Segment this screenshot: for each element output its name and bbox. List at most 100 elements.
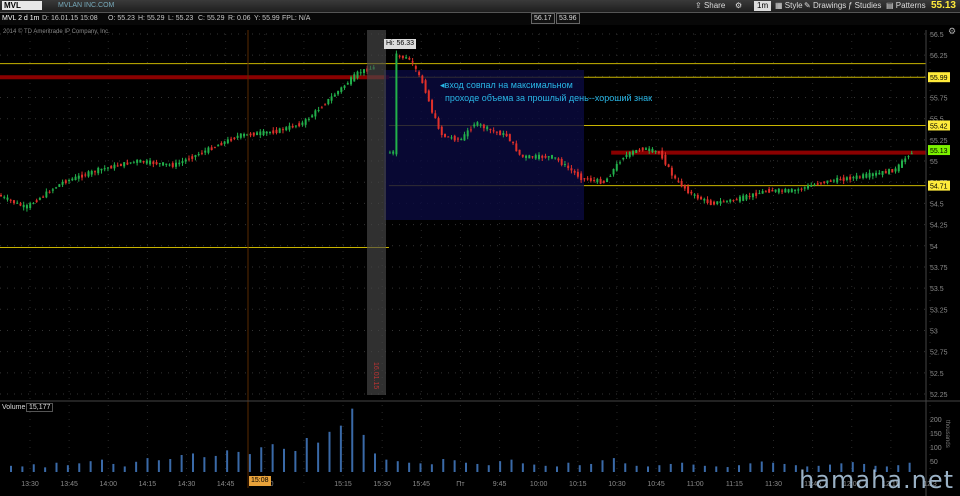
y-tick-label: 55.25: [930, 138, 948, 145]
quote-open: O: 55.23: [108, 15, 135, 22]
volume-bar: [146, 458, 149, 472]
candle: [301, 122, 304, 125]
candle: [735, 199, 738, 201]
candle: [304, 119, 307, 125]
volume-bar: [66, 465, 69, 472]
candle: [123, 162, 126, 167]
candle: [635, 149, 638, 153]
candle: [359, 72, 362, 74]
candle: [619, 162, 622, 164]
volume-bar: [192, 453, 194, 472]
candle: [664, 154, 667, 165]
candle: [81, 174, 84, 178]
candle: [401, 55, 404, 58]
candle: [395, 53, 398, 155]
candle: [473, 124, 476, 127]
candle: [589, 178, 592, 181]
candle: [888, 169, 891, 174]
volume-bar: [635, 465, 638, 472]
candle: [502, 133, 505, 135]
volume-bar: [510, 459, 513, 472]
candle: [651, 148, 654, 153]
annotation-line-1: ◂вход совпал на максимальном: [440, 80, 573, 90]
volume-bar: [203, 457, 206, 472]
candle: [797, 189, 800, 191]
price-labels: 55.99 55.42 55.13 54.71: [928, 72, 950, 191]
candle: [411, 61, 414, 63]
candle: [90, 171, 93, 175]
candle: [674, 175, 677, 179]
patterns-button[interactable]: ▤ Patterns: [886, 1, 926, 11]
candle: [55, 187, 58, 189]
x-tick-label: 15:45: [413, 481, 431, 488]
volume-bar: [590, 463, 593, 472]
candle: [725, 200, 728, 202]
volume-bar: [55, 462, 58, 472]
candle: [499, 130, 502, 136]
candle: [534, 155, 537, 159]
quote-y: Y: 55.99: [254, 15, 280, 22]
candle: [492, 130, 495, 132]
candle: [683, 184, 686, 189]
annotation-text-1: вход совпал на максимальном: [444, 80, 573, 90]
candle: [794, 190, 797, 192]
candle: [204, 150, 207, 153]
candle: [285, 127, 288, 131]
style-button[interactable]: ▦ Style: [775, 1, 803, 11]
volume-bar: [317, 442, 320, 472]
volume-bar: [726, 467, 729, 472]
chart-label[interactable]: MVL 2 d 1m: [2, 15, 39, 22]
candle: [181, 161, 184, 163]
candle: [722, 201, 725, 203]
candle: [732, 200, 735, 202]
volume-bar: [476, 463, 479, 472]
candle: [259, 131, 262, 136]
studies-button[interactable]: ƒ Studies: [848, 1, 881, 11]
timeframe-button[interactable]: 1m: [754, 1, 772, 11]
candle: [64, 180, 67, 184]
volume-bar: [294, 450, 297, 472]
gear-icon[interactable]: ⚙: [948, 26, 958, 36]
x-tick-label: 15:15: [334, 481, 352, 488]
settings-icon[interactable]: ⚙: [735, 1, 742, 11]
x-tick-label: 10:30: [608, 481, 626, 488]
watermark: hamaha.net: [799, 466, 954, 494]
candle: [690, 191, 693, 194]
y-tick-label: 52.5: [930, 371, 944, 378]
x-tick-label: 11:15: [726, 481, 743, 488]
candle: [168, 164, 171, 166]
candle: [719, 201, 722, 204]
candle: [868, 172, 871, 178]
symbol-field[interactable]: MVL: [2, 1, 42, 10]
candle: [836, 177, 839, 183]
candle: [625, 154, 628, 157]
quote-close: C: 55.29: [198, 15, 225, 22]
drawings-button[interactable]: ✎ Drawings: [804, 1, 846, 11]
candle: [298, 123, 301, 127]
candle: [648, 148, 651, 151]
share-button[interactable]: ⇪ Share: [695, 1, 725, 11]
x-tick-label: 10:45: [647, 481, 665, 488]
candle: [505, 133, 508, 137]
candle: [350, 77, 353, 85]
candle: [162, 162, 165, 166]
candle: [145, 160, 148, 164]
candle: [495, 131, 498, 133]
candle: [184, 159, 187, 162]
price-chart[interactable]: 56.556.255655.7555.555.255554.7554.554.2…: [0, 0, 960, 496]
candle: [910, 153, 913, 155]
candle: [330, 96, 333, 101]
candle: [764, 191, 767, 193]
candle: [51, 189, 54, 191]
candle: [269, 132, 272, 134]
candle: [518, 149, 521, 155]
volume-bar: [601, 460, 604, 472]
candle: [353, 74, 356, 82]
candle: [200, 152, 203, 154]
x-tick-label: 14:30: [178, 481, 196, 488]
candle: [567, 165, 570, 169]
candle: [586, 178, 589, 180]
candle: [132, 161, 135, 163]
candle: [110, 165, 113, 169]
volume-bar: [772, 462, 775, 472]
